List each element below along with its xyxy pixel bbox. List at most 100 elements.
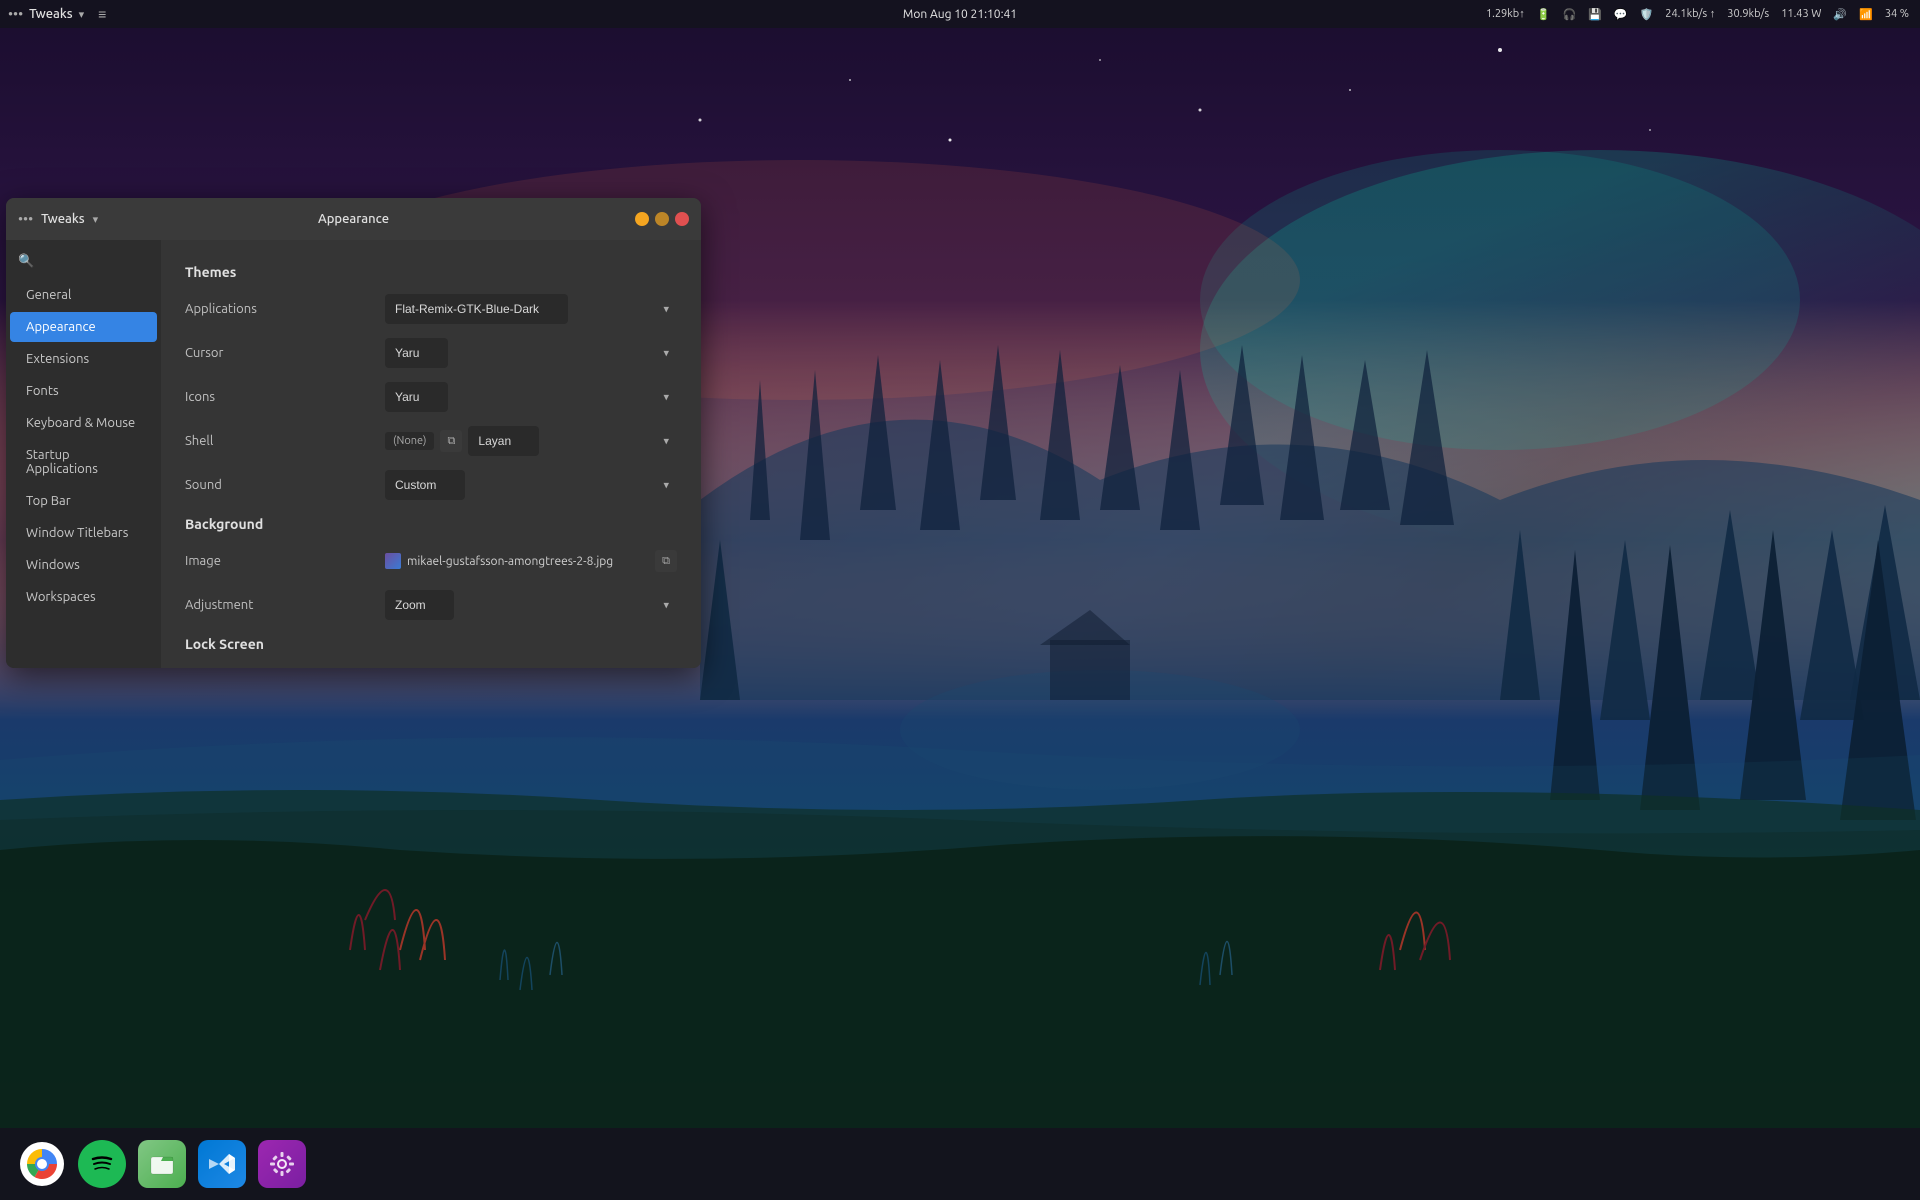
sidebar-search-area[interactable]: 🔍	[6, 248, 161, 279]
title-dots-icon[interactable]: •••	[18, 211, 33, 227]
dock-item-files[interactable]	[136, 1138, 188, 1190]
lockscreen-section-title: Lock Screen	[185, 636, 677, 652]
sidebar-item-fonts[interactable]: Fonts	[10, 376, 157, 406]
tray-power: 11.43 W	[1778, 8, 1824, 20]
taskbar-datetime: Mon Aug 10 21:10:41	[903, 8, 1017, 21]
shell-dropdown-wrapper: Layan	[468, 426, 677, 456]
tray-audio-icon[interactable]: 🔊	[1830, 8, 1850, 21]
sound-label: Sound	[185, 478, 385, 492]
bg-image-thumbnail	[385, 553, 401, 569]
bg-image-label: Image	[185, 554, 385, 568]
shell-copy-btn[interactable]: ⧉	[440, 430, 462, 452]
dock-item-tweaks[interactable]	[256, 1138, 308, 1190]
sidebar-item-window-titlebars[interactable]: Window Titlebars	[10, 518, 157, 548]
shell-label: Shell	[185, 434, 385, 448]
bg-adjustment-label: Adjustment	[185, 598, 385, 612]
dock-item-chrome[interactable]	[16, 1138, 68, 1190]
spotify-icon	[78, 1140, 126, 1188]
bottom-dock	[0, 1128, 1920, 1200]
bg-image-row: Image mikael-gustafsson-amongtrees-2-8.j…	[185, 544, 677, 578]
title-app-arrow: ▾	[93, 213, 99, 226]
sound-dropdown-wrapper: Custom	[385, 470, 677, 500]
tray-net-up: 1.29kb↑	[1483, 8, 1528, 20]
sidebar-item-windows[interactable]: Windows	[10, 550, 157, 580]
shell-extras: (None) ⧉	[385, 430, 462, 452]
sidebar-item-general[interactable]: General	[10, 280, 157, 310]
sound-row: Sound Custom	[185, 468, 677, 502]
files-icon	[138, 1140, 186, 1188]
app-menu-arrow[interactable]: ▾	[79, 8, 85, 21]
bg-image-browse-btn[interactable]: ⧉	[655, 550, 677, 572]
shell-row: Shell (None) ⧉ Layan	[185, 424, 677, 458]
trash-label: Trash	[33, 98, 62, 111]
shell-control: (None) ⧉ Layan	[385, 426, 677, 456]
themes-section-title: Themes	[185, 264, 677, 280]
bg-image-name: mikael-gustafsson-amongtrees-2-8.jpg	[407, 555, 649, 568]
chrome-icon	[18, 1140, 66, 1188]
sound-control: Custom	[385, 470, 677, 500]
icons-control: Yaru	[385, 382, 677, 412]
bg-adjustment-dropdown-wrapper: Zoom	[385, 590, 677, 620]
icons-label: Icons	[185, 390, 385, 404]
trash-icon-img	[22, 42, 74, 94]
title-app-label: Tweaks	[41, 212, 85, 226]
tray-shield-icon: 🛡️	[1637, 8, 1657, 21]
bg-adjustment-row: Adjustment Zoom	[185, 588, 677, 622]
cursor-label: Cursor	[185, 346, 385, 360]
lockscreen-divider: Lock Screen	[185, 636, 677, 652]
vscode-icon	[198, 1140, 246, 1188]
sound-dropdown[interactable]: Custom	[385, 470, 465, 500]
applications-dropdown-wrapper: Flat-Remix-GTK-Blue-Dark	[385, 294, 677, 324]
active-app-label[interactable]: Tweaks	[29, 7, 73, 21]
sidebar-item-keyboard-mouse[interactable]: Keyboard & Mouse	[10, 408, 157, 438]
window-close-btn[interactable]	[675, 212, 689, 226]
cursor-row: Cursor Yaru	[185, 336, 677, 370]
window-body: 🔍 General Appearance Extensions Fonts Ke…	[6, 240, 701, 668]
cursor-control: Yaru	[385, 338, 677, 368]
sidebar-item-appearance[interactable]: Appearance	[10, 312, 157, 342]
shell-none-badge: (None)	[385, 432, 434, 450]
cursor-dropdown-wrapper: Yaru	[385, 338, 677, 368]
shell-dropdown[interactable]: Layan	[468, 426, 539, 456]
appearance-content: Themes Applications Flat-Remix-GTK-Blue-…	[161, 240, 701, 668]
search-icon: 🔍	[18, 254, 34, 269]
trash-desktop-icon[interactable]: Trash	[8, 36, 88, 136]
sidebar-item-top-bar[interactable]: Top Bar	[10, 486, 157, 516]
app-menu-dots[interactable]: •••	[8, 6, 23, 22]
tray-battery-pct: 34 %	[1882, 8, 1912, 20]
bg-adjustment-control: Zoom	[385, 590, 677, 620]
window-controls	[635, 212, 689, 226]
tray-hdd-icon: 💾	[1585, 8, 1605, 21]
window-minimize-btn[interactable]	[635, 212, 649, 226]
bg-image-control: mikael-gustafsson-amongtrees-2-8.jpg ⧉	[385, 550, 677, 572]
sidebar-item-startup-applications[interactable]: Startup Applications	[10, 440, 157, 484]
search-button[interactable]: 🔍	[14, 252, 153, 271]
cursor-dropdown[interactable]: Yaru	[385, 338, 448, 368]
icons-dropdown-wrapper: Yaru	[385, 382, 677, 412]
title-bar-left: ••• Tweaks ▾	[18, 211, 98, 227]
sidebar-item-workspaces[interactable]: Workspaces	[10, 582, 157, 612]
applications-label: Applications	[185, 302, 385, 316]
title-bar: ••• Tweaks ▾ Appearance	[6, 198, 701, 240]
dock-item-spotify[interactable]	[76, 1138, 128, 1190]
tray-battery-icon: 🔋	[1534, 8, 1554, 21]
dock-item-vscode[interactable]	[196, 1138, 248, 1190]
applications-control: Flat-Remix-GTK-Blue-Dark	[385, 294, 677, 324]
background-divider: Background	[185, 516, 677, 532]
tweaks-icon	[258, 1140, 306, 1188]
tray-network-icon[interactable]: 📶	[1856, 8, 1876, 21]
applications-row: Applications Flat-Remix-GTK-Blue-Dark	[185, 292, 677, 326]
window-maximize-btn[interactable]	[655, 212, 669, 226]
background-section-title: Background	[185, 516, 677, 532]
tray-net-down-speed: 30.9kb/s	[1724, 8, 1772, 20]
icons-dropdown[interactable]: Yaru	[385, 382, 448, 412]
icons-row: Icons Yaru	[185, 380, 677, 414]
applications-dropdown[interactable]: Flat-Remix-GTK-Blue-Dark	[385, 294, 568, 324]
window-title: Appearance	[318, 212, 389, 226]
bg-image-picker: mikael-gustafsson-amongtrees-2-8.jpg ⧉	[385, 550, 677, 572]
sidebar-item-extensions[interactable]: Extensions	[10, 344, 157, 374]
bg-adjustment-dropdown[interactable]: Zoom	[385, 590, 454, 620]
ls-image-row: Image brad-huchteman-stone-mountain.jpg …	[185, 664, 677, 668]
hamburger-menu-icon[interactable]: ≡	[98, 6, 106, 22]
tray-net-speed: 24.1kb/s ↑	[1662, 8, 1718, 20]
